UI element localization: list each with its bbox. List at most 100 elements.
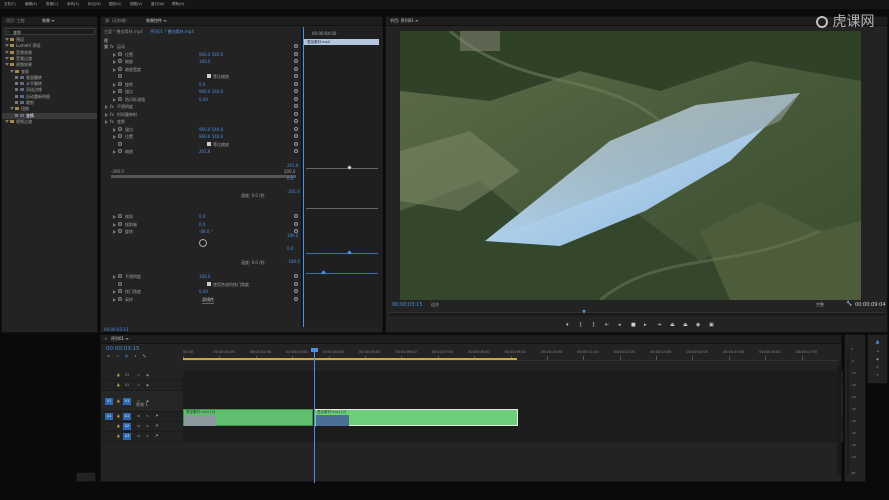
lock-icon[interactable]: 🔒 (116, 399, 121, 404)
effects-tree-item[interactable]: 变换 (2, 69, 97, 75)
program-timecode[interactable]: 00:00:03:15 (392, 302, 423, 308)
stop-icon[interactable]: ■ (631, 322, 636, 328)
track-target-a1[interactable]: A1 (123, 413, 131, 420)
mute-icon[interactable]: M (136, 424, 141, 429)
menu-item[interactable]: 剪辑(C) (46, 2, 58, 7)
close-icon[interactable]: × (104, 336, 107, 341)
disclosure-icon[interactable] (105, 45, 108, 49)
track-area[interactable] (183, 391, 838, 411)
master-clip-label[interactable]: 主要 * 叠加素材.mp4 (104, 29, 143, 35)
solo-icon[interactable]: S (145, 424, 150, 429)
reset-icon[interactable] (294, 74, 298, 78)
timeline-playhead[interactable] (314, 348, 315, 483)
reset-icon[interactable] (294, 134, 298, 138)
sync-lock-icon[interactable]: ▭ (136, 373, 141, 378)
ec-prop-value[interactable]: 201.6 (199, 149, 210, 154)
reset-icon[interactable] (294, 296, 298, 301)
eye-icon[interactable]: ◉ (145, 373, 150, 378)
disclosure-icon[interactable] (113, 52, 116, 57)
disclosure-icon[interactable] (113, 97, 116, 102)
reset-icon[interactable] (294, 274, 298, 278)
fx-icon[interactable]: fx (110, 119, 114, 124)
stopwatch-icon[interactable] (118, 96, 122, 101)
lock-icon[interactable]: 🔒 (116, 373, 121, 378)
scrubber-playhead-icon[interactable] (582, 310, 586, 314)
clip-2[interactable]: 叠加素材.mp4 [V] (314, 409, 518, 426)
disclosure-icon[interactable] (113, 215, 116, 219)
disclosure-icon[interactable] (105, 120, 108, 124)
disclosure-icon[interactable] (113, 135, 116, 139)
tab-sequence[interactable]: 序列01 ≡ (111, 336, 129, 342)
disclosure-icon[interactable] (113, 90, 116, 94)
step-back-icon[interactable]: ◂ (618, 322, 621, 328)
pen-tool-icon[interactable]: ✎ (875, 365, 880, 370)
track-target-v1[interactable]: V1 (123, 397, 131, 405)
effects-tree-item[interactable]: Lumetri 预设 (2, 43, 97, 49)
track-area[interactable] (183, 381, 838, 390)
ec-prop-value[interactable]: 100.0 (199, 59, 210, 64)
solo-icon[interactable]: S (145, 434, 150, 439)
linked-icon[interactable]: ⛓ (124, 354, 129, 359)
tab-program[interactable]: 节目: 序列01 ≡ (390, 18, 418, 24)
menu-item[interactable]: 图形(G) (109, 2, 121, 7)
reset-icon[interactable] (294, 126, 298, 131)
timeline-scrollbar[interactable] (837, 365, 841, 475)
ec-prop-value[interactable]: 0.00 (199, 97, 208, 102)
reset-icon[interactable] (294, 281, 298, 286)
track-target-v3[interactable]: V3 (123, 372, 131, 379)
reset-icon[interactable] (294, 96, 298, 101)
source-patch-v1[interactable]: V1 (105, 397, 113, 405)
export-frame-icon[interactable]: ◉ (696, 322, 700, 328)
solo-icon[interactable]: S (145, 414, 150, 419)
snap-icon[interactable]: ∩ (115, 354, 120, 359)
reset-icon[interactable] (294, 221, 298, 226)
stopwatch-icon[interactable] (118, 141, 122, 146)
checkbox[interactable] (207, 281, 211, 286)
reset-icon[interactable] (294, 214, 298, 218)
track-target-v2[interactable]: V2 (123, 382, 131, 389)
lock-icon[interactable]: 🔒 (116, 434, 121, 439)
ec-prop-value[interactable]: 960.0 540.0 (199, 52, 223, 57)
marker-icon[interactable]: ▾ (133, 354, 138, 359)
mic-icon[interactable]: 🎤 (154, 424, 159, 429)
step-forward-icon[interactable]: ▸ (644, 322, 647, 328)
menu-item[interactable]: 序列(S) (67, 2, 79, 7)
disclosure-icon[interactable] (113, 230, 116, 234)
reset-icon[interactable] (294, 289, 298, 293)
reset-icon[interactable] (294, 66, 298, 71)
disclosure-icon[interactable] (113, 275, 116, 279)
eye-icon[interactable]: ◉ (145, 383, 150, 388)
track-target-a2[interactable]: A2 (123, 423, 131, 430)
out-point-icon[interactable]: } (592, 322, 595, 328)
reset-icon[interactable] (294, 51, 298, 56)
stopwatch-icon[interactable] (118, 274, 122, 278)
timeline-timecode[interactable]: 00:00:03:15 (106, 346, 140, 352)
disclosure-icon[interactable] (113, 297, 116, 302)
ec-prop-value[interactable]: 0.0 (199, 222, 205, 227)
ec-select[interactable]: 双线性 (202, 297, 214, 304)
stopwatch-icon[interactable] (118, 126, 122, 131)
reset-icon[interactable] (294, 59, 298, 63)
disclosure-icon[interactable] (113, 150, 116, 154)
comparison-icon[interactable]: ▣ (709, 322, 714, 328)
ec-prop-value[interactable]: 0.0 (199, 82, 205, 87)
disclosure-icon[interactable] (113, 222, 116, 227)
fit-dropdown[interactable]: 适合 (431, 302, 439, 308)
lock-icon[interactable]: 🔒 (116, 383, 121, 388)
disclosure-icon[interactable] (105, 112, 108, 117)
effects-tree-item[interactable]: 水平翻转 (2, 81, 97, 87)
reset-icon[interactable] (294, 89, 298, 93)
stopwatch-icon[interactable] (118, 66, 122, 71)
ec-prop-value[interactable]: 960.0 540.0 (199, 134, 223, 139)
effects-tree-item[interactable]: 音频效果 (2, 50, 97, 56)
ec-prop-value[interactable]: 100.0 (199, 274, 210, 279)
effects-tree-item[interactable]: 视频过渡 (2, 119, 97, 125)
stopwatch-icon[interactable] (118, 89, 122, 93)
stopwatch-icon[interactable] (118, 221, 122, 226)
stopwatch-icon[interactable] (118, 74, 122, 78)
stopwatch-icon[interactable] (118, 51, 122, 56)
effects-tree-item[interactable]: 羽化边缘 (2, 87, 97, 93)
lock-icon[interactable]: 🔒 (116, 424, 121, 429)
reset-icon[interactable] (294, 141, 298, 146)
track-area[interactable] (183, 432, 838, 441)
